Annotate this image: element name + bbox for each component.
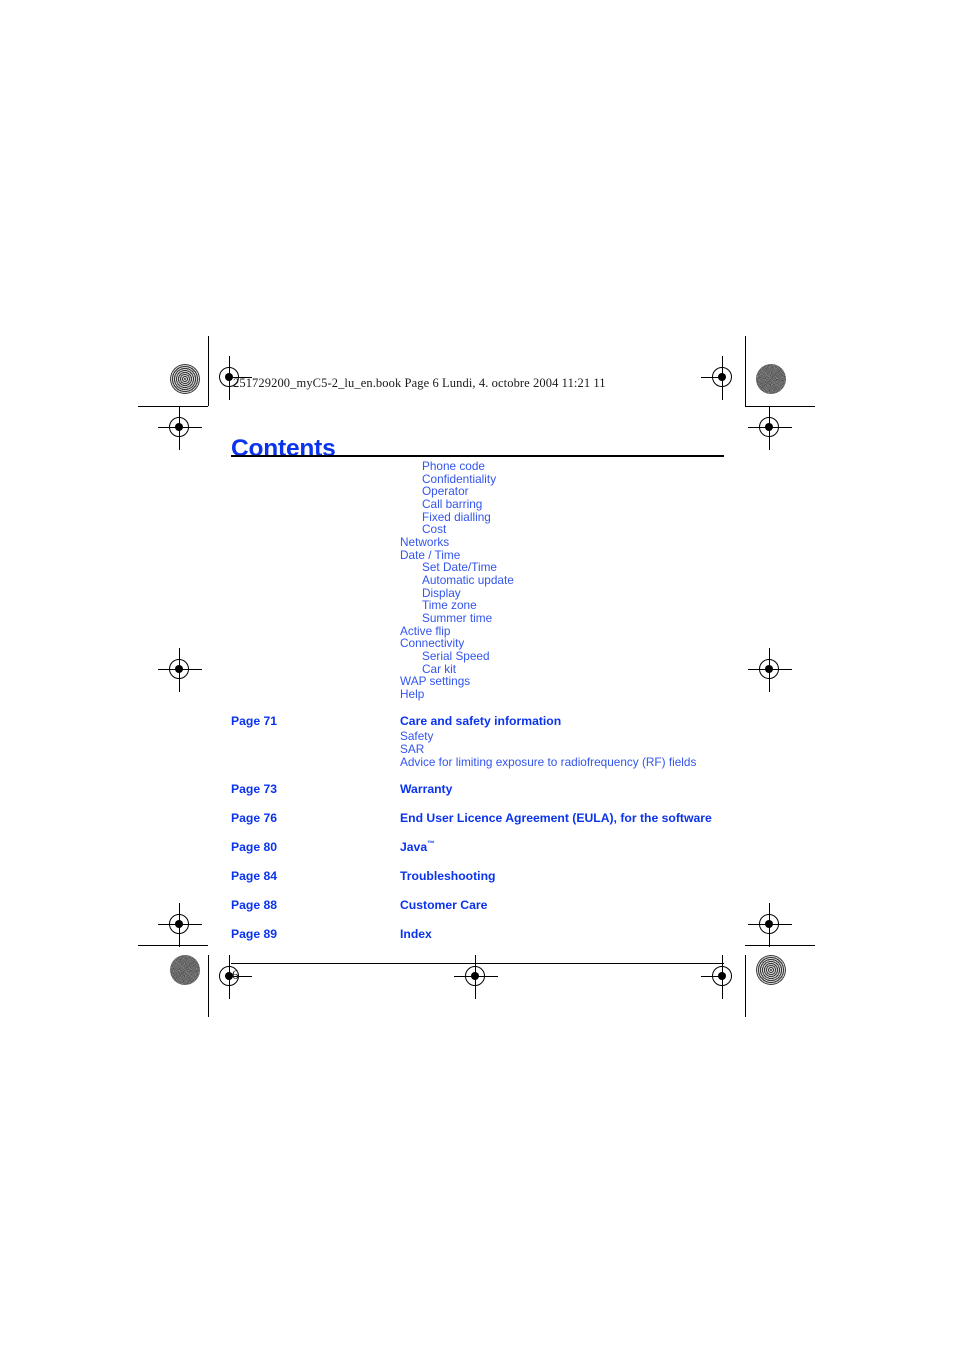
- toc-entry-page-number[interactable]: Page 88: [231, 898, 277, 912]
- toc-entry-header: Page 84 Troubleshooting: [208, 869, 745, 884]
- halftone-dot-bottom-left: [170, 955, 200, 985]
- footer-divider: [231, 962, 724, 964]
- toc-sub-item[interactable]: Advice for limiting exposure to radiofre…: [208, 756, 745, 769]
- toc-sub-item[interactable]: Help: [208, 688, 745, 701]
- toc-sub-item[interactable]: Networks: [208, 536, 745, 549]
- toc-entry[interactable]: Page 89 Index: [208, 927, 745, 942]
- toc-entry-header: Page 73 Warranty: [208, 782, 745, 797]
- halftone-dot-top-right: [756, 364, 786, 394]
- toc-entry[interactable]: Page 84 Troubleshooting: [208, 869, 745, 884]
- toc-sub-item[interactable]: Confidentiality: [208, 472, 745, 486]
- toc-entry-header: Page 80 Java™: [208, 840, 745, 855]
- trim-line-top-left: [138, 406, 208, 407]
- toc-entry-subitems: Safety SAR Advice for limiting exposure to…: [208, 730, 745, 768]
- toc-entry-page-number[interactable]: Page 89: [231, 927, 277, 941]
- registration-mark-upper-left-corner: [158, 406, 202, 450]
- toc-sub-item[interactable]: Set Date/Time: [208, 561, 745, 574]
- toc-entry-title[interactable]: Warranty: [400, 782, 452, 796]
- toc-sub-item[interactable]: Phone code: [208, 460, 745, 473]
- toc-entry-header: Page 71 Care and safety information: [208, 714, 745, 729]
- toc-entry-title[interactable]: End User Licence Agreement (EULA), for t…: [400, 811, 712, 825]
- toc-entry[interactable]: Page 73 Warranty: [208, 782, 745, 797]
- toc-entry-page-number[interactable]: Page 76: [231, 811, 277, 825]
- toc-sub-item[interactable]: SAR: [208, 743, 745, 756]
- toc-sub-item[interactable]: WAP settings: [208, 675, 745, 688]
- toc-sub-item[interactable]: Connectivity: [208, 637, 745, 650]
- toc-entry-header: Page 88 Customer Care: [208, 898, 745, 913]
- toc-entry[interactable]: Page 80 Java™: [208, 840, 745, 855]
- toc-sub-item[interactable]: Automatic update: [208, 574, 745, 587]
- toc-entry-page-number[interactable]: Page 73: [231, 782, 277, 796]
- toc-entry[interactable]: Page 76 End User Licence Agreement (EULA)…: [208, 811, 745, 826]
- toc-sub-item[interactable]: Car kit: [208, 662, 745, 676]
- toc-entry-list: Page 71 Care and safety information Safety…: [208, 714, 745, 942]
- toc-entry-title[interactable]: Index: [400, 927, 432, 941]
- registration-mark-upper-right-corner: [748, 406, 792, 450]
- toc-entry-title[interactable]: Care and safety information: [400, 714, 561, 728]
- toc-sub-item[interactable]: Fixed dialling: [208, 510, 745, 524]
- toc-entry[interactable]: Page 71 Care and safety information Safety…: [208, 714, 745, 768]
- toc-sub-item[interactable]: Time zone: [208, 599, 745, 612]
- toc-entry-title[interactable]: Customer Care: [400, 898, 487, 912]
- trademark-symbol: ™: [427, 839, 435, 849]
- toc-sub-item[interactable]: Serial Speed: [208, 650, 745, 663]
- toc-entry-header: Page 76 End User Licence Agreement (EULA)…: [208, 811, 745, 826]
- toc-sub-item[interactable]: Active flip: [208, 624, 745, 638]
- toc-sub-item[interactable]: Summer time: [208, 612, 745, 625]
- halftone-dot-bottom-right: [756, 955, 786, 985]
- toc-entry-header: Page 89 Index: [208, 927, 745, 942]
- trim-line-top-right: [745, 406, 815, 407]
- trim-line-bottom-right: [745, 945, 815, 946]
- trim-line-bottom-left: [138, 945, 208, 946]
- file-header-stamp: 251729200_myC5-2_lu_en.book Page 6 Lundi…: [233, 376, 606, 390]
- toc-entry-title[interactable]: Java™: [400, 840, 435, 854]
- document-page: 251729200_myC5-2_lu_en.book Page 6 Lundi…: [208, 355, 745, 1015]
- toc-sub-item[interactable]: Cost: [208, 523, 745, 536]
- trim-line-right: [745, 336, 746, 406]
- registration-mark-mid-left: [158, 648, 202, 692]
- table-of-contents: Phone code Confidentiality Operator Call ba…: [208, 460, 745, 942]
- registration-mark-lower-right-corner: [748, 903, 792, 947]
- registration-mark-mid-right: [748, 648, 792, 692]
- folio-page-number: 6: [232, 967, 239, 982]
- toc-entry[interactable]: Page 88 Customer Care: [208, 898, 745, 913]
- toc-sub-item[interactable]: Safety: [208, 730, 745, 743]
- title-divider: [231, 455, 724, 457]
- registration-mark-lower-left-corner: [158, 903, 202, 947]
- toc-sub-item[interactable]: Call barring: [208, 498, 745, 511]
- toc-entry-page-number[interactable]: Page 71: [231, 714, 277, 728]
- toc-continued-list: Phone code Confidentiality Operator Call ba…: [208, 460, 745, 700]
- halftone-dot-top-left: [170, 364, 200, 394]
- toc-entry-page-number[interactable]: Page 84: [231, 869, 277, 883]
- trim-line-right-bottom: [745, 955, 746, 1017]
- toc-entry-page-number[interactable]: Page 80: [231, 840, 277, 854]
- toc-entry-title[interactable]: Troubleshooting: [400, 869, 495, 883]
